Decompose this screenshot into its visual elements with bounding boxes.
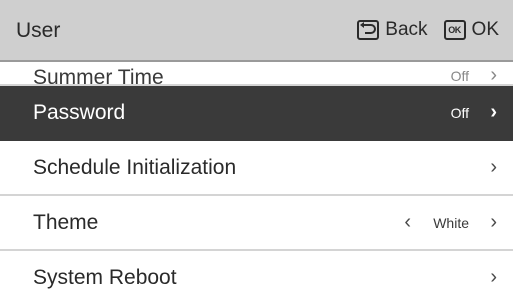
menu-item-label: Password [33,100,126,124]
header-bar: User Back OK OK [0,0,513,62]
page-title: User [16,19,61,42]
menu-item-value: Off [450,68,469,84]
menu-item-value: Off [450,104,469,121]
ok-key-icon[interactable]: OK [443,20,466,40]
chevron-left-icon[interactable]: ‹ [404,211,411,234]
chevron-right-icon: › [490,265,497,288]
menu-item-schedule-initialization[interactable]: Schedule Initialization › [0,141,513,196]
settings-list: Summer Time Off › Password Off › Schedul… [0,48,513,297]
menu-item-value: White [433,214,469,231]
ok-button[interactable]: OK [472,19,499,41]
back-key-icon[interactable] [357,20,380,40]
menu-item-password[interactable]: Password Off › [0,86,513,141]
menu-item-label: Theme [33,210,99,234]
menu-item-system-reboot[interactable]: System Reboot › [0,251,513,297]
chevron-right-icon: › [490,100,497,123]
chevron-right-icon: › [490,64,497,86]
chevron-right-icon: › [490,155,497,178]
menu-item-theme[interactable]: Theme ‹ White › [0,196,513,251]
back-button[interactable]: Back [385,19,427,41]
chevron-right-icon[interactable]: › [490,211,497,234]
menu-item-label: System Reboot [33,265,177,289]
user-settings-screen: User Back OK OK Summer Time Off › Passwo… [0,0,513,297]
header-nav: Back OK OK [357,19,499,41]
menu-item-label: Schedule Initialization [33,155,237,179]
